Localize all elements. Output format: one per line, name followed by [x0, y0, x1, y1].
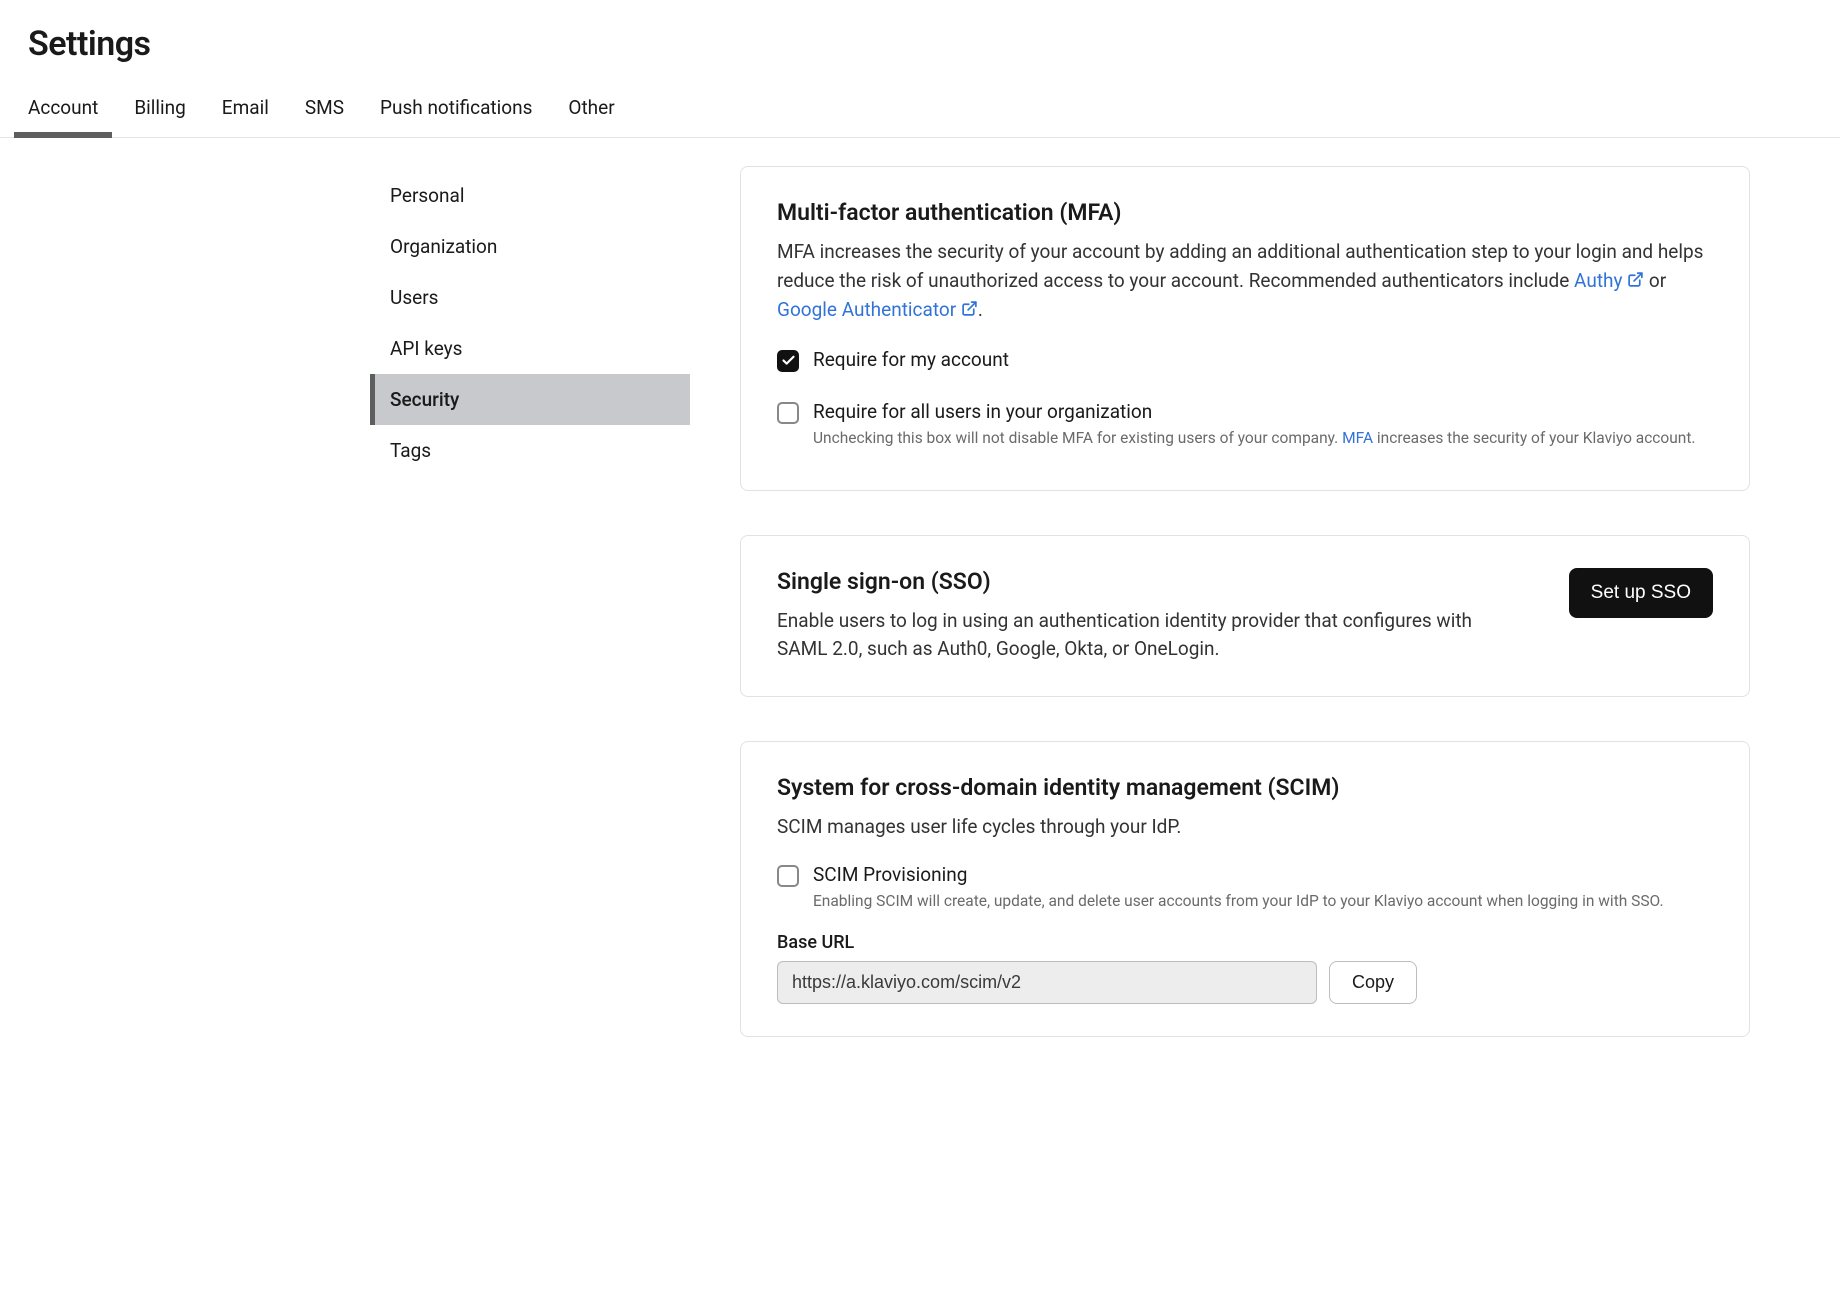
- mfa-title: Multi-factor authentication (MFA): [777, 199, 1713, 226]
- check-icon: [781, 353, 796, 368]
- external-link-icon: [1627, 268, 1644, 297]
- tab-account[interactable]: Account: [28, 82, 98, 137]
- google-authenticator-link[interactable]: Google Authenticator: [777, 298, 978, 321]
- authy-link[interactable]: Authy: [1574, 269, 1644, 292]
- base-url-label: Base URL: [777, 932, 1713, 953]
- sidebar-item-organization[interactable]: Organization: [370, 221, 690, 272]
- sso-description: Enable users to log in using an authenti…: [777, 607, 1497, 664]
- sidebar: Personal Organization Users API keys Sec…: [370, 166, 690, 1037]
- sidebar-item-api-keys[interactable]: API keys: [370, 323, 690, 374]
- copy-button[interactable]: Copy: [1329, 961, 1417, 1004]
- mfa-info-link[interactable]: MFA: [1342, 429, 1373, 447]
- base-url-input[interactable]: [777, 961, 1317, 1004]
- tab-push-notifications[interactable]: Push notifications: [380, 82, 532, 137]
- sso-card: Single sign-on (SSO) Enable users to log…: [740, 535, 1750, 697]
- external-link-icon: [961, 297, 978, 326]
- require-my-account-checkbox[interactable]: [777, 350, 799, 372]
- sidebar-item-personal[interactable]: Personal: [370, 170, 690, 221]
- scim-description: SCIM manages user life cycles through yo…: [777, 813, 1713, 842]
- tab-sms[interactable]: SMS: [305, 82, 344, 137]
- tab-other[interactable]: Other: [568, 82, 614, 137]
- page-title: Settings: [0, 0, 1840, 82]
- scim-provisioning-label: SCIM Provisioning: [813, 863, 1664, 886]
- sidebar-item-tags[interactable]: Tags: [370, 425, 690, 476]
- sidebar-item-users[interactable]: Users: [370, 272, 690, 323]
- mfa-description: MFA increases the security of your accou…: [777, 238, 1713, 326]
- sso-title: Single sign-on (SSO): [777, 568, 1497, 595]
- mfa-desc-or: or: [1644, 269, 1666, 292]
- require-my-account-label: Require for my account: [813, 348, 1009, 371]
- scim-card: System for cross-domain identity managem…: [740, 741, 1750, 1037]
- tab-email[interactable]: Email: [222, 82, 269, 137]
- scim-provisioning-checkbox[interactable]: [777, 865, 799, 887]
- mfa-card: Multi-factor authentication (MFA) MFA in…: [740, 166, 1750, 491]
- scim-provisioning-sublabel: Enabling SCIM will create, update, and d…: [813, 890, 1664, 913]
- set-up-sso-button[interactable]: Set up SSO: [1569, 568, 1713, 618]
- scim-title: System for cross-domain identity managem…: [777, 774, 1713, 801]
- mfa-desc-text: MFA increases the security of your accou…: [777, 240, 1703, 292]
- top-tabs: Account Billing Email SMS Push notificat…: [0, 82, 1840, 138]
- sidebar-item-security[interactable]: Security: [370, 374, 690, 425]
- mfa-desc-end: .: [978, 298, 983, 321]
- require-all-users-label: Require for all users in your organizati…: [813, 400, 1696, 423]
- require-all-users-sublabel: Unchecking this box will not disable MFA…: [813, 427, 1696, 450]
- tab-billing[interactable]: Billing: [134, 82, 185, 137]
- require-all-users-checkbox[interactable]: [777, 402, 799, 424]
